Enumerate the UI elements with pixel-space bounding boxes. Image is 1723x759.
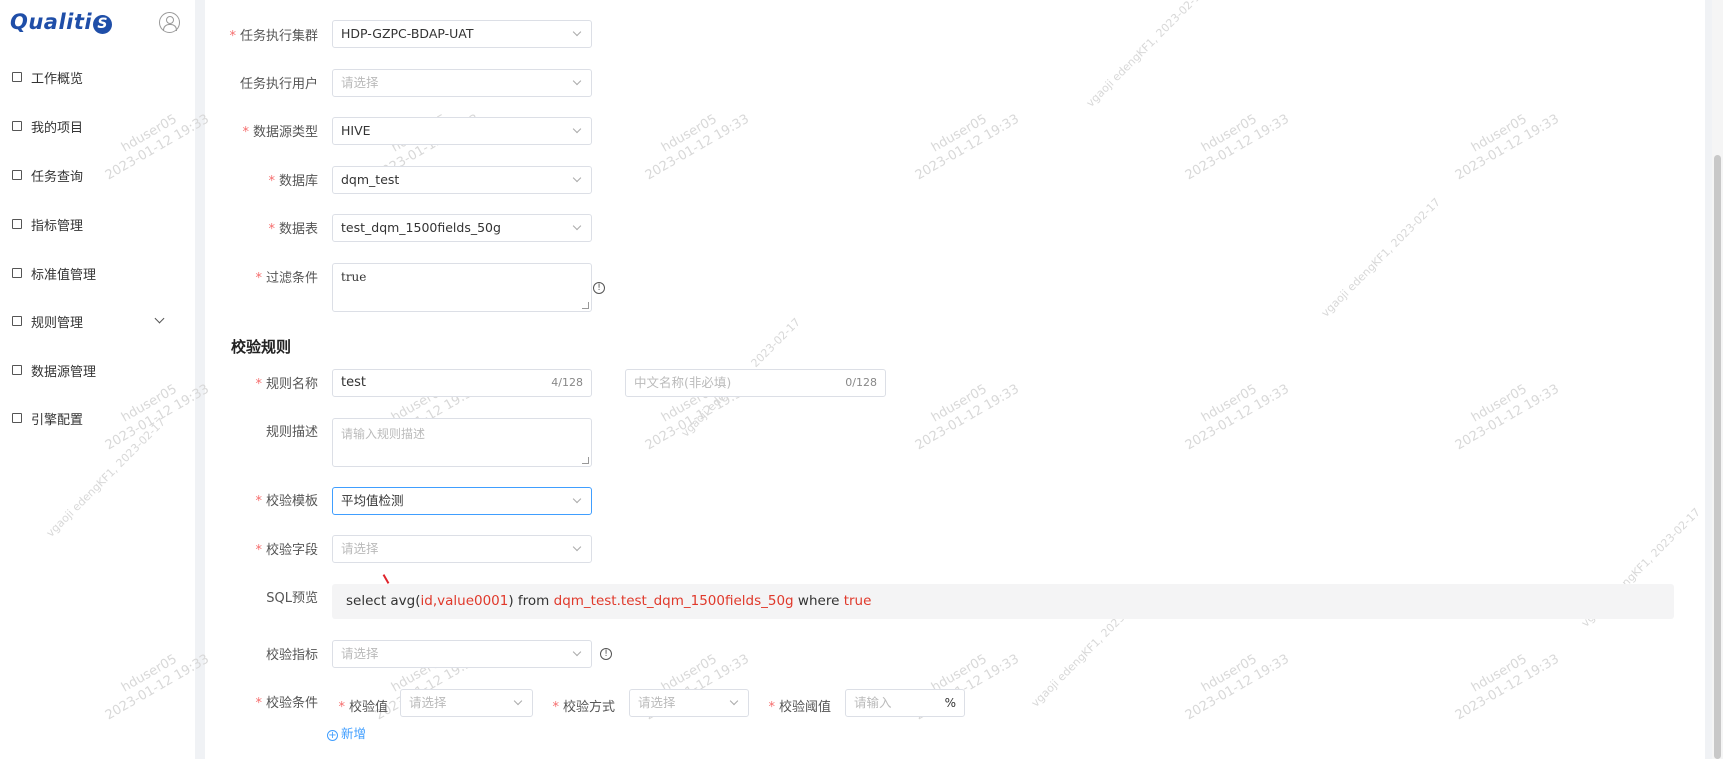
sidebar-item-label: 标准值管理 <box>31 267 97 283</box>
sidebar-item-engine-config[interactable]: 引擎配置 <box>0 398 195 438</box>
metric-select[interactable]: 请选择 <box>332 640 592 668</box>
sidebar-item-metrics[interactable]: 指标管理 <box>0 204 195 244</box>
info-icon[interactable]: ! <box>600 648 612 660</box>
check-method-label: * 校验方式 <box>552 700 615 715</box>
user-avatar-icon[interactable] <box>159 12 180 33</box>
exec-user-select[interactable]: 请选择 <box>332 69 592 97</box>
rule-desc-textarea[interactable]: 请输入规则描述 <box>332 418 592 467</box>
sql-preview-label: SQL预览 <box>266 591 318 606</box>
add-condition-link[interactable]: + 新增 <box>327 723 366 742</box>
section-title: 校验规则 <box>231 338 292 356</box>
resize-grip-icon[interactable] <box>582 457 589 464</box>
sidebar-item-label: 引擎配置 <box>31 412 84 428</box>
chevron-down-icon <box>154 313 165 324</box>
field-label: * 校验字段 <box>255 543 318 558</box>
exec-user-label: 任务执行用户 <box>239 77 318 92</box>
table-label: * 数据表 <box>268 222 318 237</box>
sidebar-item-label: 工作概览 <box>31 71 84 87</box>
ds-type-select[interactable]: HIVE <box>332 117 592 145</box>
filter-label: * 过滤条件 <box>255 271 318 286</box>
percent-unit: % <box>944 696 956 710</box>
cluster-select[interactable]: HDP-GZPC-BDAP-UAT <box>332 20 592 48</box>
chevron-down-icon <box>572 542 582 552</box>
monitor-icon <box>12 72 22 82</box>
chevron-down-icon <box>572 173 582 183</box>
sidebar-item-label: 指标管理 <box>31 218 84 234</box>
database-select[interactable]: dqm_test <box>332 166 592 194</box>
filter-textarea[interactable]: true <box>332 263 592 312</box>
sidebar-item-my-projects[interactable]: 我的项目 <box>0 106 195 146</box>
chevron-down-icon <box>572 124 582 134</box>
ruler-icon <box>12 268 22 278</box>
logo-s-circle: S <box>93 15 113 34</box>
sidebar-item-label: 我的项目 <box>31 120 84 136</box>
chevron-down-icon <box>572 494 582 504</box>
template-select[interactable]: 平均值检测 <box>332 487 592 515</box>
vertical-scrollbar[interactable] <box>1712 0 1723 759</box>
chevron-down-icon <box>572 76 582 86</box>
layers-icon <box>12 413 22 423</box>
sidebar-item-standard-values[interactable]: 标准值管理 <box>0 253 195 293</box>
rule-name-label: * 规则名称 <box>255 377 318 392</box>
document-icon <box>12 170 22 180</box>
sidebar-item-label: 数据源管理 <box>31 364 97 380</box>
rule-cn-name-input[interactable]: 中文名称(非必填) 0/128 <box>625 369 886 397</box>
chevron-down-icon <box>572 647 582 657</box>
sidebar-item-datasources[interactable]: 数据源管理 <box>0 350 195 390</box>
info-icon[interactable]: ! <box>593 282 605 294</box>
char-count: 0/128 <box>845 376 877 389</box>
field-select[interactable]: 请选择 <box>332 535 592 563</box>
sidebar-item-overview[interactable]: 工作概览 <box>0 57 195 97</box>
check-value-label: * 校验值 <box>338 700 388 715</box>
metric-label: 校验指标 <box>265 648 318 663</box>
resize-grip-icon[interactable] <box>582 302 589 309</box>
cluster-label: * 任务执行集群 <box>229 29 318 44</box>
sql-preview-box: select avg(id,value0001) from dqm_test.t… <box>332 584 1674 619</box>
checklist-icon <box>12 219 22 229</box>
grid-icon <box>12 316 22 326</box>
ds-type-label: * 数据源类型 <box>242 125 318 140</box>
check-threshold-label: * 校验阈值 <box>768 700 831 715</box>
chevron-down-icon <box>572 27 582 37</box>
sidebar-item-rules[interactable]: 规则管理 <box>0 301 195 341</box>
plus-circle-icon: + <box>327 730 338 741</box>
database-label: * 数据库 <box>268 174 318 189</box>
table-select[interactable]: test_dqm_1500fields_50g <box>332 214 592 242</box>
char-count: 4/128 <box>551 376 583 389</box>
logo-text: Qualiti <box>10 10 93 34</box>
rule-name-input[interactable]: test 4/128 <box>332 369 592 397</box>
rule-desc-label: 规则描述 <box>265 425 318 440</box>
folder-icon <box>12 121 22 131</box>
chevron-down-icon <box>572 221 582 231</box>
check-threshold-input[interactable]: 请输入% <box>845 689 965 717</box>
scrollbar-thumb[interactable] <box>1714 155 1721 759</box>
sidebar: Qualiti S 工作概览 我的项目 任务查询 指标管理 标准值管理 规则管理 … <box>0 0 195 759</box>
sidebar-item-task-query[interactable]: 任务查询 <box>0 155 195 195</box>
database-icon <box>12 365 22 375</box>
template-label: * 校验模板 <box>255 494 318 509</box>
app-logo[interactable]: Qualiti S <box>10 10 113 34</box>
sidebar-item-label: 任务查询 <box>31 169 84 185</box>
sidebar-item-label: 规则管理 <box>31 315 84 331</box>
